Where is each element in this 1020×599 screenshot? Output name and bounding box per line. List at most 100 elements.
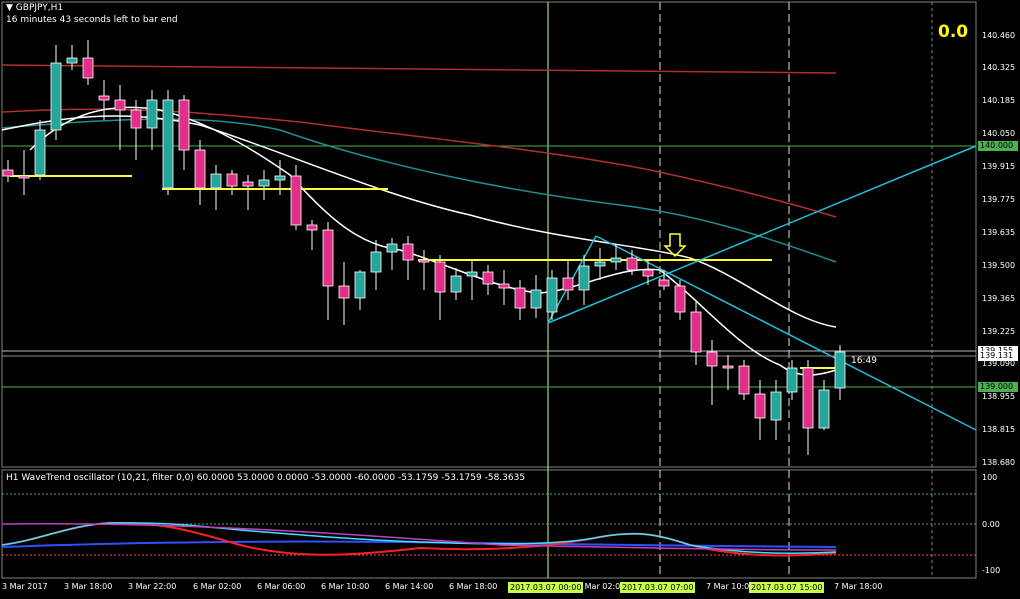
time-axis-label: 6 Mar 14:00 <box>385 582 434 591</box>
candle <box>514 280 526 320</box>
candle <box>82 40 94 85</box>
candle <box>754 380 766 440</box>
candle-body <box>546 277 558 313</box>
candle <box>2 160 14 182</box>
candle-body <box>786 367 798 393</box>
current-price-badge: 139.131 <box>978 351 1018 361</box>
price-scale-label: 139.500 <box>982 261 1016 270</box>
time-axis-label: 3 Mar 18:00 <box>64 582 113 591</box>
candle-body <box>98 95 110 101</box>
candle-body <box>530 289 542 309</box>
candle-body <box>194 149 206 189</box>
ma-fast-2-line <box>29 106 837 376</box>
candlestick-series <box>2 40 846 455</box>
candle-body <box>514 287 526 309</box>
candle <box>594 248 606 280</box>
candle <box>34 120 46 180</box>
trendline-up[interactable] <box>547 145 977 324</box>
candle <box>370 240 382 290</box>
candle-body <box>354 271 366 299</box>
price-scale-label: 140.460 <box>982 31 1016 40</box>
candle <box>402 236 414 280</box>
candle <box>162 90 174 195</box>
osc-scale-bottom: -100 <box>982 566 1001 575</box>
candle-body <box>594 261 606 267</box>
candle-body <box>482 271 494 285</box>
candle <box>306 220 318 250</box>
time-axis-label: 6 Mar 06:00 <box>257 582 306 591</box>
price-scale-label: 138.815 <box>982 425 1016 434</box>
candle-body <box>226 173 238 187</box>
price-scale-label: 140.325 <box>982 63 1016 72</box>
candle <box>482 265 494 295</box>
candle <box>738 360 750 400</box>
candle-body <box>450 275 462 293</box>
oscillator-title: H1 WaveTrend oscillator (10,21, filter 0… <box>6 473 526 483</box>
price-scale-label: 140.185 <box>982 96 1016 105</box>
price-scale-label: 140.050 <box>982 129 1016 138</box>
candle-body <box>738 365 750 395</box>
candle <box>834 345 846 400</box>
candle <box>770 380 782 440</box>
price-scale-label: 138.955 <box>982 392 1016 401</box>
time-axis-badge: 2017.03.07 07:00 <box>620 582 696 593</box>
candle-body <box>466 271 478 277</box>
osc-scale-top: 100 <box>982 473 998 482</box>
candle-body <box>674 285 686 313</box>
candle-body <box>130 109 142 129</box>
candle <box>338 262 350 325</box>
candle <box>690 300 702 365</box>
candle-body <box>306 224 318 231</box>
candle-body <box>690 311 702 353</box>
candle <box>258 170 270 200</box>
candle <box>498 270 510 305</box>
candle-body <box>626 257 638 271</box>
price-scale-label: 139.635 <box>982 228 1016 237</box>
candle <box>242 175 254 210</box>
candle <box>290 165 302 230</box>
price-scale-label: 139.915 <box>982 162 1016 171</box>
time-axis-label: 7 Mar 10:00 <box>706 582 755 591</box>
candle-body <box>754 393 766 419</box>
time-axis-label: 6 Mar 02:00 <box>193 582 242 591</box>
price-scale-label: 139.225 <box>982 327 1016 336</box>
candle-body <box>498 283 510 289</box>
time-axis-label: 3 Mar 2017 <box>2 582 48 591</box>
candle-body <box>178 99 190 151</box>
time-axis-label: 6 Mar 10:00 <box>321 582 370 591</box>
candle-body <box>706 351 718 367</box>
candle <box>18 150 30 195</box>
candle-body <box>642 269 654 277</box>
candle <box>530 275 542 318</box>
candle-body <box>562 277 574 291</box>
candle-body <box>2 169 14 177</box>
candle-body <box>50 62 62 131</box>
candle-body <box>258 179 270 187</box>
candle-body <box>578 265 590 291</box>
candle-body <box>162 99 174 189</box>
candle-body <box>434 261 446 293</box>
trendline-down[interactable] <box>595 235 977 431</box>
candle <box>354 270 366 310</box>
candle-body <box>82 57 94 79</box>
candle <box>386 238 398 270</box>
candle-body <box>610 257 622 263</box>
osc-scale-mid: 0.00 <box>982 520 1000 529</box>
level-badge-upper: 140.000 <box>978 141 1018 151</box>
candle-timer: 16:49 <box>851 356 877 366</box>
candle-body <box>322 229 334 287</box>
candle <box>210 165 222 210</box>
bar-timer-text: 16 minutes 43 seconds left to bar end <box>6 15 178 25</box>
candle <box>322 222 334 320</box>
candle <box>98 80 110 120</box>
time-axis-label: 7 Mar 02:00 <box>577 582 626 591</box>
candle-body <box>66 57 78 64</box>
candle <box>802 360 814 455</box>
candle-body <box>802 367 814 429</box>
candle-body <box>722 365 734 369</box>
candle-body <box>370 251 382 273</box>
candle-body <box>18 175 30 179</box>
candle-body <box>834 351 846 389</box>
chart-canvas[interactable] <box>0 0 1020 599</box>
candle-body <box>210 173 222 189</box>
